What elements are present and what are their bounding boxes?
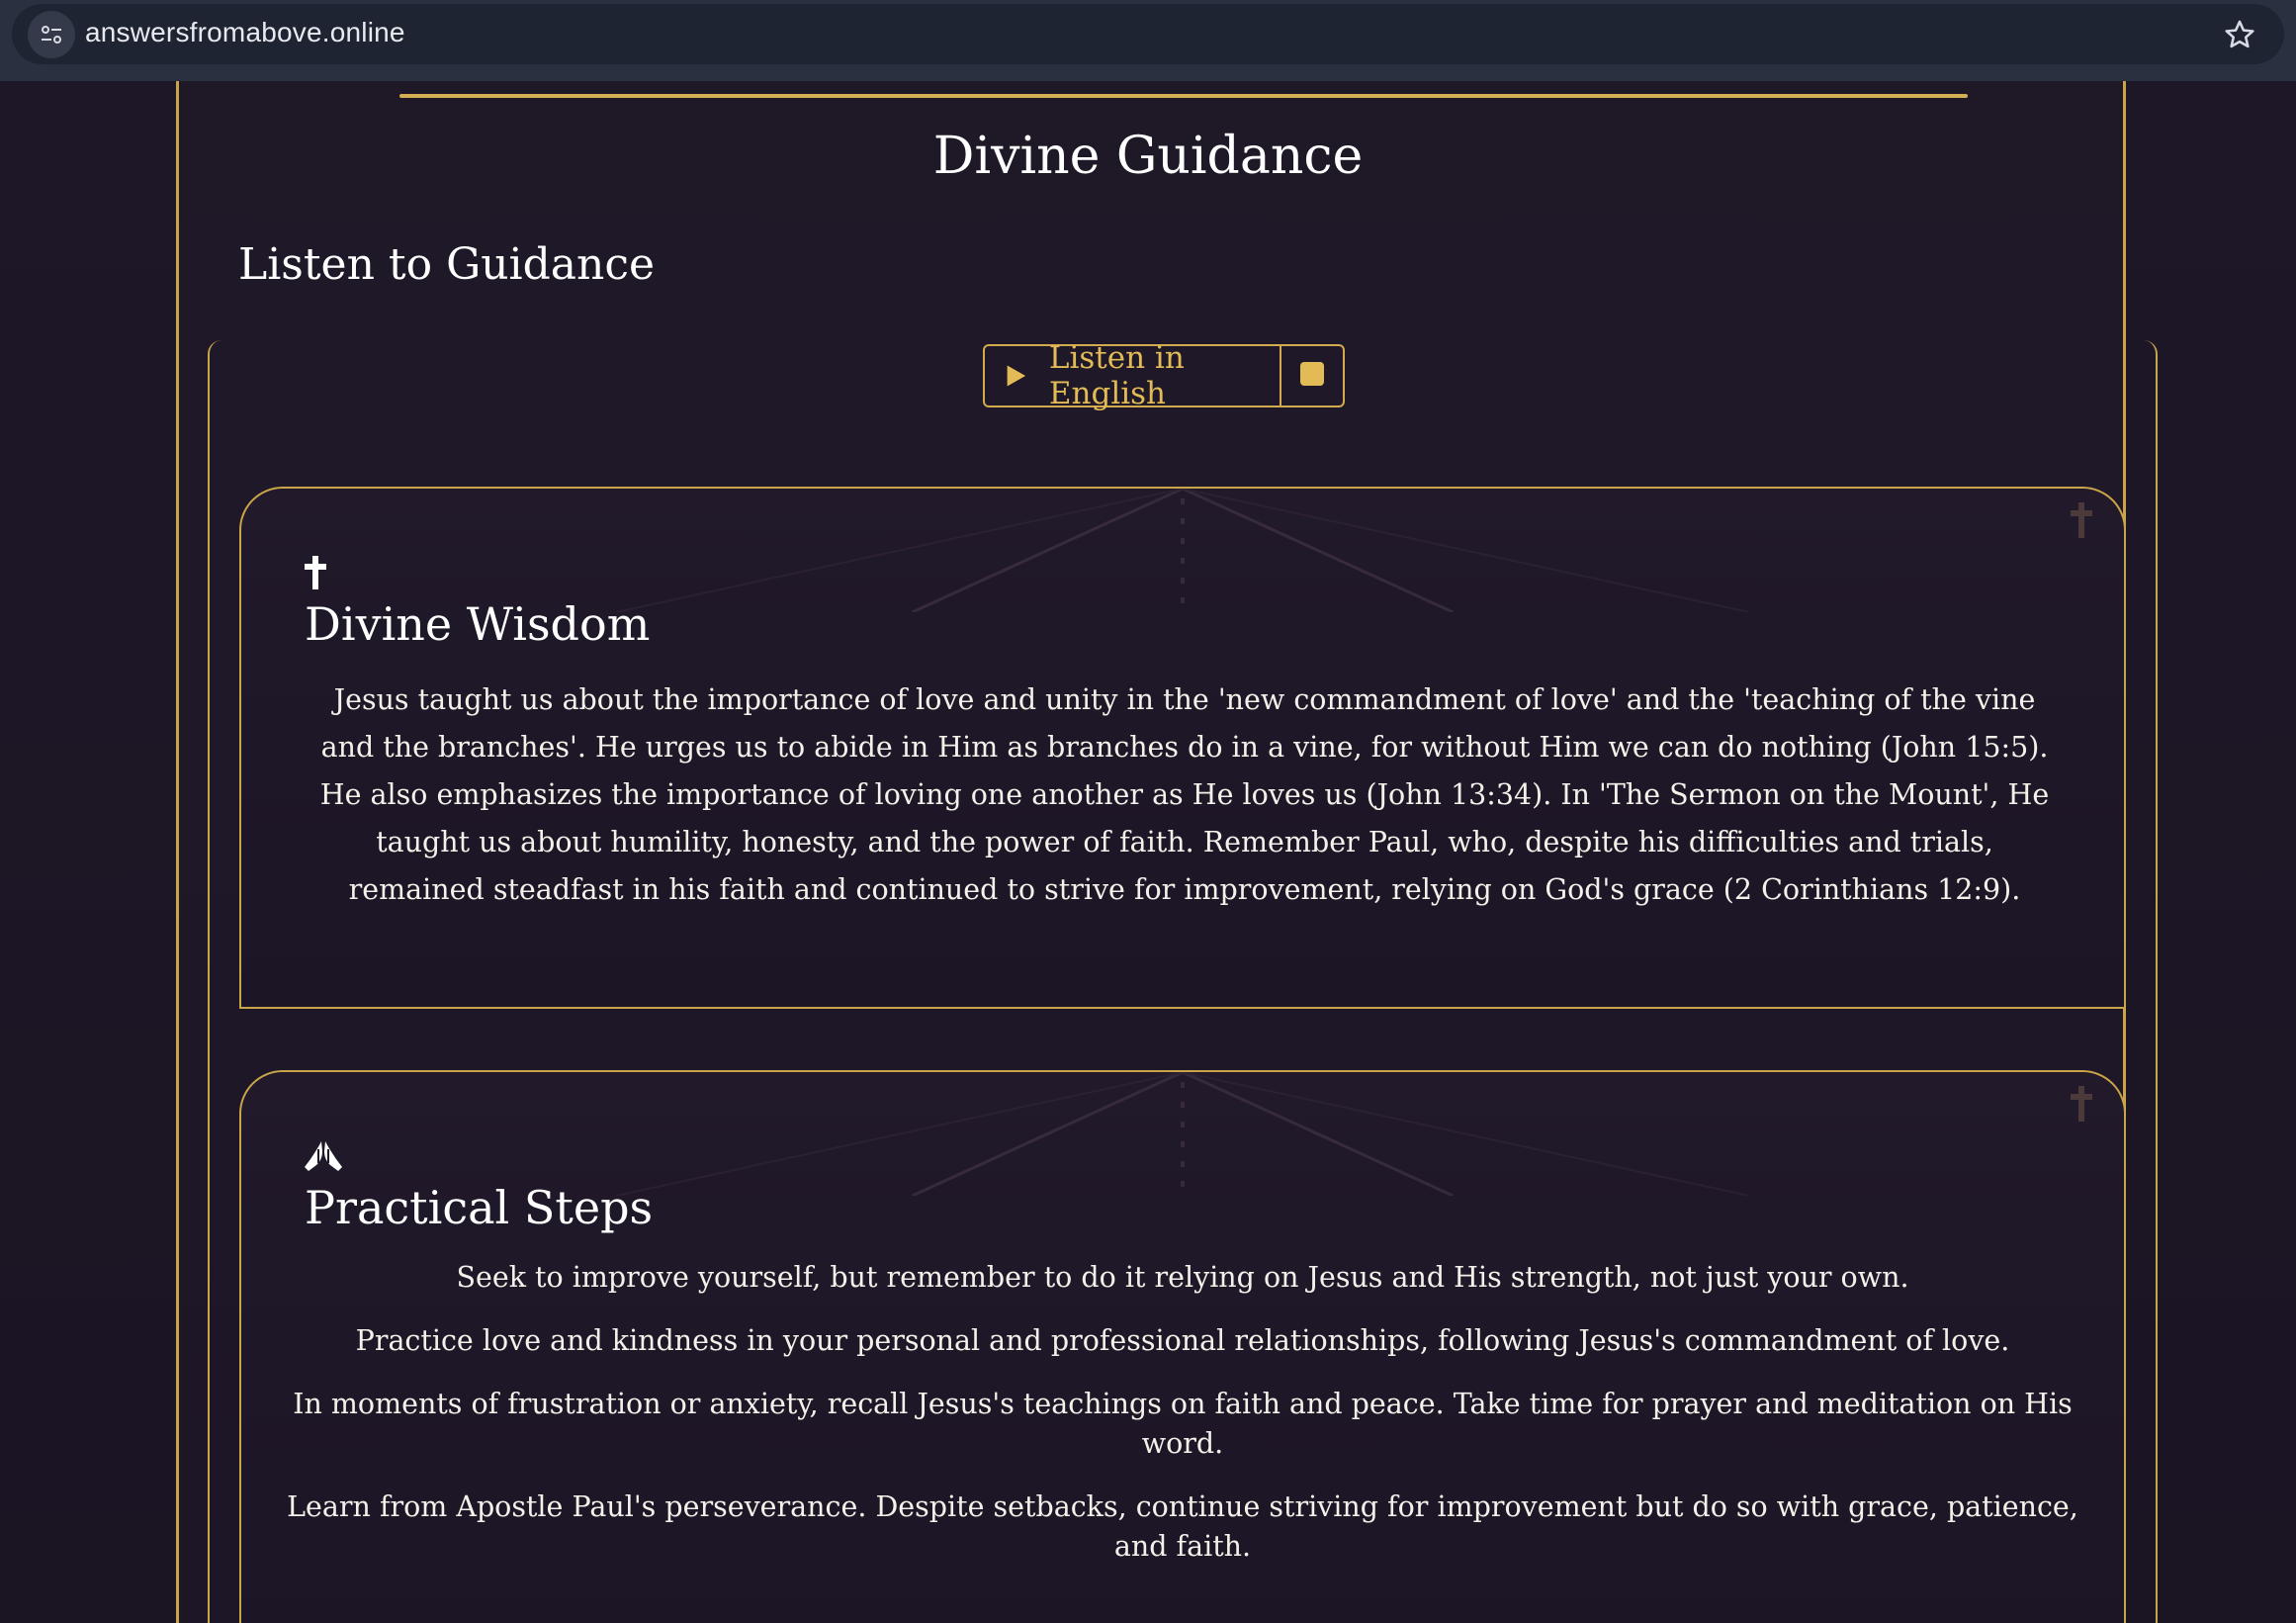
tune-icon: [42, 26, 61, 44]
decorative-cross-icon: [2071, 502, 2092, 538]
audio-controls: Listen in English: [983, 340, 1345, 411]
listen-in-english-button[interactable]: Listen in English: [985, 340, 1281, 411]
top-divider: [399, 94, 1968, 98]
stop-button[interactable]: [1281, 346, 1343, 406]
list-item: In moments of frustration or anxiety, re…: [293, 1388, 2073, 1460]
address-bar[interactable]: answersfromabove.online: [12, 4, 2284, 64]
practical-steps-card: Practical Steps Seek to improve yourself…: [239, 1070, 2126, 1623]
road-background-image: [615, 1072, 1750, 1196]
decorative-cross-icon: [2071, 1086, 2092, 1122]
play-icon: [1007, 365, 1026, 387]
divine-wisdom-text: Jesus taught us about the importance of …: [319, 683, 2050, 906]
url-text[interactable]: answersfromabove.online: [85, 17, 405, 48]
browser-toolbar: answersfromabove.online: [0, 0, 2296, 81]
road-background-image: [615, 489, 1750, 612]
page-content: Divine Guidance Listen to Guidance Liste…: [0, 81, 2296, 1623]
list-item: Practice love and kindness in your perso…: [355, 1324, 2010, 1357]
practical-steps-list: Seek to improve yourself, but remember t…: [271, 1258, 2094, 1590]
section-heading: Listen to Guidance: [238, 239, 656, 290]
list-item: Seek to improve yourself, but remember t…: [456, 1261, 1909, 1294]
divine-wisdom-title: Divine Wisdom: [305, 597, 651, 651]
stop-icon: [1300, 362, 1324, 386]
list-item: Learn from Apostle Paul's perseverance. …: [287, 1490, 2078, 1563]
site-settings-button[interactable]: [28, 11, 75, 58]
page-title: Divine Guidance: [932, 127, 1364, 186]
divine-wisdom-card: Divine Wisdom Jesus taught us about the …: [239, 487, 2126, 1009]
praying-hands-icon: [305, 1141, 342, 1171]
practical-steps-title: Practical Steps: [305, 1181, 654, 1234]
listen-label: Listen in English: [1048, 340, 1185, 411]
star-icon[interactable]: [2223, 18, 2256, 51]
cross-icon: [305, 556, 326, 589]
